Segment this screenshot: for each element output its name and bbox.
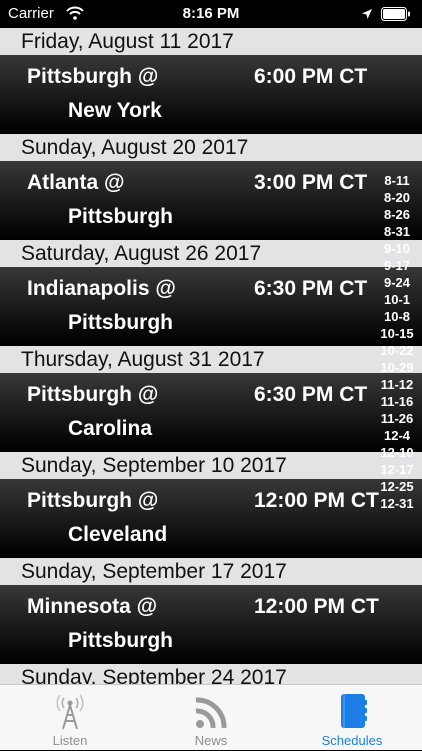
section-index[interactable]: 8-11 8-20 8-26 8-31 9-10 9-17 9-24 10-1 … <box>372 172 422 512</box>
home-team: Pittsburgh @ <box>27 383 159 406</box>
radio-tower-icon <box>56 694 84 730</box>
index-entry[interactable]: 10-22 <box>372 342 422 359</box>
tab-news[interactable]: News <box>141 685 281 751</box>
tab-schedules[interactable]: Schedules <box>282 685 422 751</box>
index-entry[interactable]: 9-17 <box>372 257 422 274</box>
section-header: Sunday, August 20 2017 <box>0 134 422 161</box>
game-time: 6:30 PM CT <box>254 383 368 406</box>
section-header: Friday, August 11 2017 <box>0 28 422 55</box>
game-time: 12:00 PM CT <box>254 489 379 512</box>
game-time: 3:00 PM CT <box>254 171 368 194</box>
index-entry[interactable]: 8-11 <box>372 172 422 189</box>
index-entry[interactable]: 9-24 <box>372 274 422 291</box>
index-entry[interactable]: 11-26 <box>372 410 422 427</box>
index-entry[interactable]: 11-16 <box>372 393 422 410</box>
game-row[interactable]: Atlanta @ Pittsburgh 3:00 PM CT <box>0 161 422 240</box>
index-entry[interactable]: 12-4 <box>372 427 422 444</box>
index-entry[interactable]: 12-31 <box>372 495 422 512</box>
section-header: Sunday, September 10 2017 <box>0 452 422 479</box>
home-team: Pittsburgh @ <box>27 489 159 512</box>
tab-listen[interactable]: Listen <box>0 685 140 751</box>
notebook-icon <box>341 694 367 728</box>
tab-label: News <box>194 733 228 748</box>
index-entry[interactable]: 8-26 <box>372 206 422 223</box>
away-team: Pittsburgh <box>68 311 173 334</box>
game-row[interactable]: Pittsburgh @ New York 6:00 PM CT <box>0 55 422 134</box>
index-entry[interactable]: 10-29 <box>372 359 422 376</box>
tab-label: Schedules <box>321 733 383 748</box>
section-header: Sunday, September 24 2017 <box>0 664 422 684</box>
index-entry[interactable]: 8-20 <box>372 189 422 206</box>
away-team: Cleveland <box>68 523 168 546</box>
schedule-list[interactable]: Friday, August 11 2017 Pittsburgh @ New … <box>0 28 422 684</box>
game-row[interactable]: Pittsburgh @ Cleveland 12:00 PM CT <box>0 479 422 558</box>
game-row[interactable]: Minnesota @ Pittsburgh 12:00 PM CT <box>0 585 422 664</box>
away-team: Pittsburgh <box>68 629 173 652</box>
tab-bar: Listen News Schedules <box>0 684 422 750</box>
home-team: Indianapolis @ <box>27 277 176 300</box>
index-entry[interactable]: 12-17 <box>372 461 422 478</box>
index-entry[interactable]: 12-25 <box>372 478 422 495</box>
status-bar: Carrier 8:16 PM <box>0 0 422 28</box>
clock: 8:16 PM <box>182 5 240 22</box>
index-entry[interactable]: 10-1 <box>372 291 422 308</box>
away-team: New York <box>68 99 162 122</box>
section-header: Saturday, August 26 2017 <box>0 240 422 267</box>
section-header: Sunday, September 17 2017 <box>0 558 422 585</box>
rss-icon <box>195 697 227 729</box>
home-team: Atlanta @ <box>27 171 125 194</box>
index-entry[interactable]: 8-31 <box>372 223 422 240</box>
battery-icon <box>381 7 410 21</box>
location-arrow-icon <box>362 9 372 19</box>
away-team: Carolina <box>68 417 153 440</box>
index-entry[interactable]: 10-15 <box>372 325 422 342</box>
game-time: 6:30 PM CT <box>254 277 368 300</box>
index-entry[interactable]: 10-8 <box>372 308 422 325</box>
away-team: Pittsburgh <box>68 205 173 228</box>
index-entry[interactable]: 11-12 <box>372 376 422 393</box>
index-entry[interactable]: 9-10 <box>372 240 422 257</box>
game-row[interactable]: Indianapolis @ Pittsburgh 6:30 PM CT <box>0 267 422 346</box>
section-header: Thursday, August 31 2017 <box>0 346 422 373</box>
index-entry[interactable]: 12-10 <box>372 444 422 461</box>
game-row[interactable]: Pittsburgh @ Carolina 6:30 PM CT <box>0 373 422 452</box>
home-team: Minnesota @ <box>27 595 158 618</box>
game-time: 12:00 PM CT <box>254 595 379 618</box>
game-time: 6:00 PM CT <box>254 65 368 88</box>
tab-label: Listen <box>52 733 88 748</box>
home-team: Pittsburgh @ <box>27 65 159 88</box>
